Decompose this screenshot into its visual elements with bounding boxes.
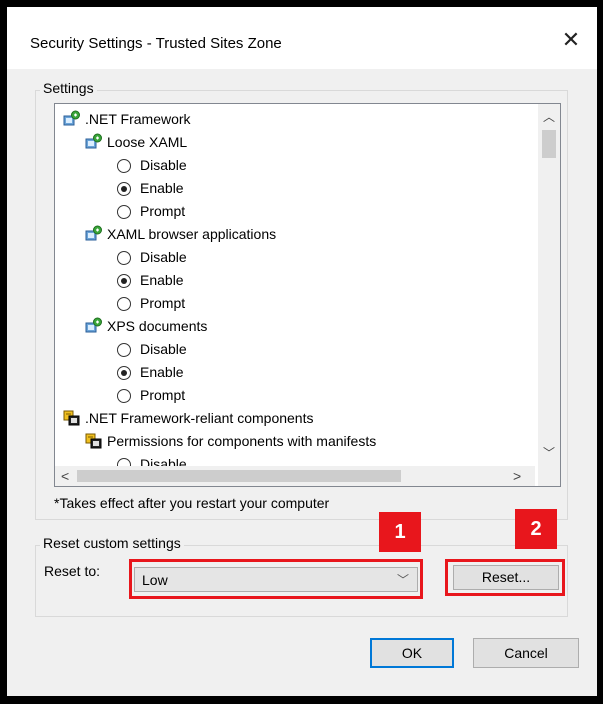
tree-node-label: .NET Framework — [85, 111, 191, 127]
tree-node-label: Permissions for components with manifest… — [107, 433, 377, 449]
components-icon — [85, 432, 103, 450]
window-title: Security Settings - Trusted Sites Zone — [30, 35, 282, 52]
tree-node-label: XAML browser applications — [107, 226, 277, 242]
reset-legend: Reset custom settings — [40, 535, 184, 551]
tree-node-label: XPS documents — [107, 318, 208, 334]
vertical-scrollbar[interactable]: ︿ ﹀ — [538, 104, 560, 466]
close-button[interactable]: ✕ — [559, 29, 583, 53]
settings-node-icon — [85, 133, 103, 151]
scroll-up-icon[interactable]: ︿ — [543, 108, 555, 125]
radio-label: Enable — [140, 272, 184, 288]
tree-node-label: .NET Framework-reliant components — [85, 410, 314, 426]
radio-selected-icon[interactable] — [117, 182, 131, 196]
scrollbar-corner — [538, 466, 560, 486]
settings-node-icon — [85, 317, 103, 335]
radio-unselected-icon[interactable] — [117, 343, 131, 357]
reset-to-label: Reset to: — [44, 563, 101, 579]
scroll-down-icon[interactable]: ﹀ — [543, 444, 555, 461]
radio-label: Disable — [140, 249, 187, 265]
radio-unselected-icon[interactable] — [117, 251, 131, 265]
radio-label: Prompt — [140, 203, 186, 219]
settings-node-icon — [63, 110, 81, 128]
scroll-left-icon[interactable]: < — [61, 468, 69, 484]
radio-unselected-icon[interactable] — [117, 159, 131, 173]
radio-selected-icon[interactable] — [117, 366, 131, 380]
radio-label: Prompt — [140, 295, 186, 311]
horizontal-scrollbar[interactable]: < > — [55, 466, 535, 486]
radio-unselected-icon[interactable] — [117, 297, 131, 311]
scroll-right-icon[interactable]: > — [513, 468, 521, 484]
callout-badge-1: 1 — [379, 512, 421, 552]
ok-button[interactable]: OK — [370, 638, 454, 668]
cancel-button[interactable]: Cancel — [473, 638, 579, 668]
components-icon — [63, 409, 81, 427]
title-bar: Security Settings - Trusted Sites Zone ✕ — [7, 7, 597, 69]
restart-note: *Takes effect after you restart your com… — [54, 495, 330, 511]
tree-node-label: Loose XAML — [107, 134, 188, 150]
settings-node-icon — [85, 225, 103, 243]
radio-unselected-icon[interactable] — [117, 389, 131, 403]
callout-highlight-1 — [129, 559, 423, 599]
radio-label: Disable — [140, 456, 187, 466]
horizontal-scroll-thumb[interactable] — [77, 470, 401, 482]
radio-label: Enable — [140, 364, 184, 380]
radio-unselected-icon[interactable] — [117, 205, 131, 219]
settings-tree: .NET Framework Loose XAML Disable Enable Pro… — [55, 104, 535, 466]
vertical-scroll-thumb[interactable] — [542, 130, 556, 158]
callout-badge-2: 2 — [515, 509, 557, 549]
callout-highlight-2 — [445, 559, 565, 596]
radio-unselected-icon[interactable] — [117, 458, 131, 466]
settings-legend: Settings — [40, 80, 97, 96]
radio-label: Disable — [140, 157, 187, 173]
radio-label: Prompt — [140, 387, 186, 403]
radio-label: Enable — [140, 180, 184, 196]
settings-listbox[interactable]: .NET Framework Loose XAML Disable Enable Pro… — [54, 103, 561, 487]
radio-selected-icon[interactable] — [117, 274, 131, 288]
radio-label: Disable — [140, 341, 187, 357]
